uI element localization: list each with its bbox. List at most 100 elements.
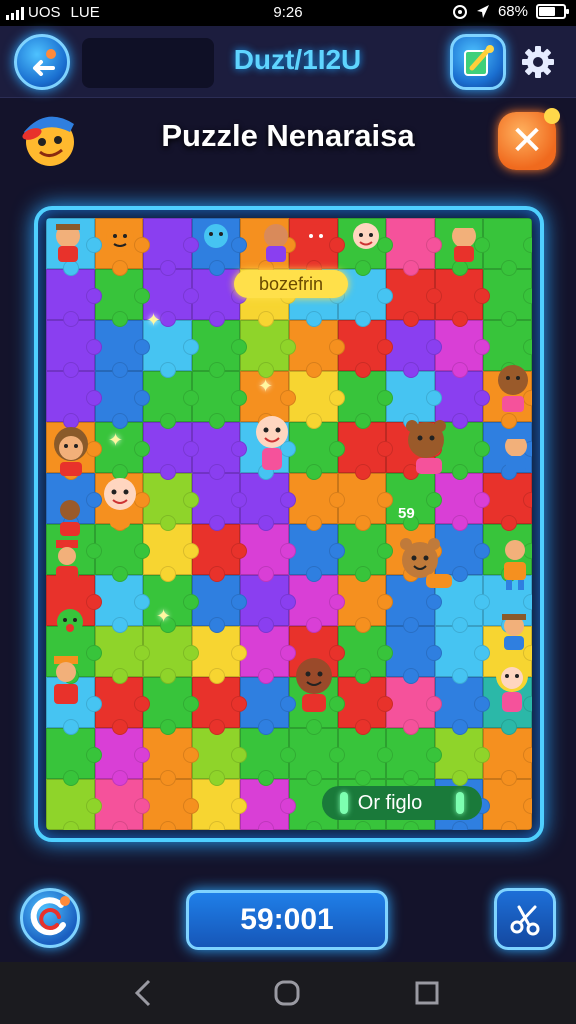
character-icon[interactable] <box>402 418 458 476</box>
puzzle-piece[interactable] <box>337 320 393 378</box>
puzzle-piece[interactable] <box>386 218 442 276</box>
puzzle-piece[interactable] <box>46 779 102 830</box>
puzzle-piece[interactable] <box>143 473 199 531</box>
character-icon[interactable] <box>98 474 142 530</box>
character-icon[interactable] <box>50 538 84 594</box>
character-icon[interactable] <box>396 534 456 594</box>
hint-button[interactable] <box>20 888 80 948</box>
puzzle-piece[interactable] <box>337 626 393 684</box>
puzzle-piece[interactable] <box>337 371 393 429</box>
puzzle-piece[interactable] <box>240 473 296 531</box>
puzzle-piece[interactable] <box>434 473 490 531</box>
board-pill-button[interactable]: Or figlo <box>322 786 482 820</box>
character-icon[interactable] <box>48 218 88 264</box>
puzzle-piece[interactable] <box>386 320 442 378</box>
puzzle-piece[interactable] <box>337 677 393 735</box>
character-icon[interactable] <box>250 412 294 472</box>
puzzle-piece[interactable] <box>143 371 199 429</box>
character-icon[interactable] <box>494 610 534 656</box>
search-slot[interactable] <box>82 38 214 88</box>
puzzle-piece[interactable] <box>191 371 247 429</box>
character-icon[interactable] <box>296 218 336 264</box>
puzzle-piece[interactable] <box>191 473 247 531</box>
puzzle-piece[interactable] <box>46 320 102 378</box>
puzzle-piece[interactable] <box>46 728 102 786</box>
puzzle-piece[interactable] <box>337 524 393 582</box>
puzzle-piece[interactable] <box>143 626 199 684</box>
puzzle-piece[interactable] <box>337 473 393 531</box>
character-icon[interactable] <box>50 494 90 540</box>
puzzle-piece[interactable] <box>94 269 150 327</box>
character-icon[interactable] <box>46 654 86 714</box>
puzzle-piece[interactable] <box>386 269 442 327</box>
puzzle-piece[interactable] <box>240 320 296 378</box>
puzzle-piece[interactable] <box>240 524 296 582</box>
puzzle-piece[interactable] <box>191 320 247 378</box>
character-icon[interactable] <box>492 656 532 716</box>
character-icon[interactable] <box>444 218 484 264</box>
puzzle-piece[interactable] <box>143 677 199 735</box>
puzzle-piece[interactable] <box>288 371 345 429</box>
puzzle-piece[interactable] <box>483 779 532 830</box>
puzzle-piece[interactable] <box>483 269 532 327</box>
gear-icon[interactable] <box>518 42 558 82</box>
puzzle-piece[interactable] <box>240 728 296 786</box>
puzzle-piece[interactable] <box>191 269 247 327</box>
puzzle-piece[interactable] <box>288 728 345 786</box>
puzzle-piece[interactable] <box>434 269 490 327</box>
puzzle-piece[interactable] <box>434 626 490 684</box>
puzzle-piece[interactable] <box>240 575 296 633</box>
nav-back-button[interactable] <box>126 976 160 1010</box>
puzzle-piece[interactable] <box>191 422 247 480</box>
puzzle-piece[interactable] <box>434 371 490 429</box>
puzzle-piece[interactable] <box>94 626 150 684</box>
character-icon[interactable] <box>494 360 532 412</box>
puzzle-piece[interactable] <box>94 320 150 378</box>
board-tag[interactable]: bozefrin <box>234 270 348 298</box>
puzzle-piece[interactable] <box>386 371 442 429</box>
character-icon[interactable] <box>48 424 94 476</box>
puzzle-piece[interactable] <box>240 677 296 735</box>
puzzle-piece[interactable] <box>386 626 442 684</box>
puzzle-piece[interactable] <box>46 269 102 327</box>
puzzle-piece[interactable] <box>337 422 393 480</box>
character-icon[interactable] <box>290 654 340 714</box>
puzzle-piece[interactable] <box>143 728 199 786</box>
puzzle-piece[interactable] <box>94 677 150 735</box>
puzzle-piece[interactable] <box>386 728 442 786</box>
puzzle-piece[interactable] <box>191 779 247 830</box>
puzzle-piece[interactable] <box>337 728 393 786</box>
close-button[interactable]: ✕ <box>498 108 560 170</box>
puzzle-piece[interactable] <box>94 779 150 830</box>
puzzle-piece[interactable] <box>191 626 247 684</box>
puzzle-piece[interactable] <box>483 473 532 531</box>
puzzle-piece[interactable] <box>143 779 199 830</box>
puzzle-piece[interactable] <box>288 320 345 378</box>
puzzle-piece[interactable] <box>434 677 490 735</box>
edit-button[interactable] <box>450 34 506 90</box>
puzzle-piece[interactable] <box>288 473 345 531</box>
puzzle-piece[interactable] <box>483 218 532 276</box>
puzzle-piece[interactable] <box>386 677 442 735</box>
puzzle-piece[interactable] <box>94 524 150 582</box>
puzzle-piece[interactable] <box>143 422 199 480</box>
puzzle-piece[interactable] <box>191 728 247 786</box>
puzzle-piece[interactable] <box>434 320 490 378</box>
puzzle-piece[interactable] <box>94 575 150 633</box>
character-icon[interactable] <box>196 218 236 264</box>
character-icon[interactable] <box>346 218 386 264</box>
puzzle-piece[interactable] <box>288 524 345 582</box>
puzzle-piece[interactable] <box>483 728 532 786</box>
character-icon[interactable] <box>100 218 140 264</box>
puzzle-piece[interactable] <box>434 728 490 786</box>
puzzle-piece[interactable] <box>191 524 247 582</box>
puzzle-piece[interactable] <box>240 626 296 684</box>
nav-home-button[interactable] <box>270 976 304 1010</box>
back-button[interactable] <box>14 34 70 90</box>
puzzle-piece[interactable] <box>94 371 150 429</box>
tool-button[interactable] <box>494 888 556 950</box>
puzzle-piece[interactable] <box>191 677 247 735</box>
nav-recents-button[interactable] <box>410 976 444 1010</box>
puzzle-piece[interactable] <box>288 575 345 633</box>
puzzle-piece[interactable] <box>143 524 199 582</box>
